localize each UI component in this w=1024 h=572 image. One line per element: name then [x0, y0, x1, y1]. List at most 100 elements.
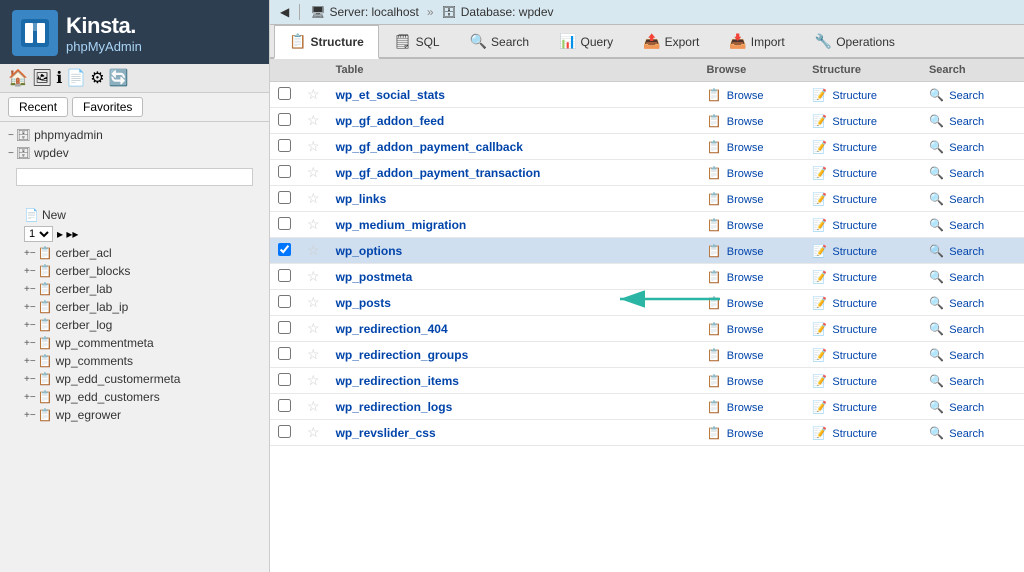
toggle-wp_commentmeta[interactable]: +− — [24, 338, 36, 349]
structure-link-wp_gf_addon_feed[interactable]: Structure — [832, 116, 877, 128]
star-icon-wp_postmeta[interactable]: ☆ — [307, 268, 320, 284]
toggle-cerber_log[interactable]: +− — [24, 320, 36, 331]
row-checkbox-wp_redirection_404[interactable] — [278, 321, 291, 334]
search-link-wp_postmeta[interactable]: Search — [949, 272, 984, 284]
row-checkbox-wp_redirection_logs[interactable] — [278, 399, 291, 412]
sidebar-item-wp_commentmeta[interactable]: +− 📋 wp_commentmeta — [0, 334, 269, 352]
structure-link-wp_options[interactable]: Structure — [832, 246, 877, 258]
sidebar-item-new[interactable]: 📄 New — [0, 206, 269, 224]
page-select[interactable]: 1 — [24, 226, 53, 242]
sidebar-item-wp_egrower[interactable]: +− 📋 wp_egrower — [0, 406, 269, 424]
sidebar-item-wp_edd_customermeta[interactable]: +− 📋 wp_edd_customermeta — [0, 370, 269, 388]
search-link-wp_et_social_stats[interactable]: Search — [949, 90, 984, 102]
row-checkbox-wp_links[interactable] — [278, 191, 291, 204]
toggle-wp_edd_customers[interactable]: +− — [24, 392, 36, 403]
sidebar-item-cerber_log[interactable]: +− 📋 cerber_log — [0, 316, 269, 334]
home-icon[interactable]: 🏠 — [8, 68, 28, 88]
search-link-wp_gf_addon_feed[interactable]: Search — [949, 116, 984, 128]
structure-link-wp_links[interactable]: Structure — [832, 194, 877, 206]
toggle-wpdev[interactable]: − — [8, 148, 14, 159]
next-page-btn[interactable]: ▸ ▸▸ — [57, 227, 78, 241]
table-name-wp_posts[interactable]: wp_posts — [328, 290, 639, 316]
star-icon-wp_options[interactable]: ☆ — [307, 242, 320, 258]
tab-import[interactable]: 📥 Import — [714, 25, 799, 57]
info-icon[interactable]: ℹ — [56, 68, 62, 88]
row-checkbox-wp_medium_migration[interactable] — [278, 217, 291, 230]
sidebar-item-cerber_lab[interactable]: +− 📋 cerber_lab — [0, 280, 269, 298]
gear-icon[interactable]: ⚙ — [90, 68, 104, 88]
search-link-wp_options[interactable]: Search — [949, 246, 984, 258]
table-name-wp_redirection_groups[interactable]: wp_redirection_groups — [328, 342, 639, 368]
search-link-wp_medium_migration[interactable]: Search — [949, 220, 984, 232]
sidebar-item-wp_edd_customers[interactable]: +− 📋 wp_edd_customers — [0, 388, 269, 406]
star-icon-wp_redirection_404[interactable]: ☆ — [307, 320, 320, 336]
structure-link-wp_redirection_404[interactable]: Structure — [832, 324, 877, 336]
back-arrow-icon[interactable]: ◀ — [280, 5, 289, 19]
table-name-wp_revslider_css[interactable]: wp_revslider_css — [328, 420, 639, 446]
browse-link-wp_revslider_css[interactable]: Browse — [727, 428, 764, 440]
sidebar-item-cerber_acl[interactable]: +− 📋 cerber_acl — [0, 244, 269, 262]
browse-link-wp_et_social_stats[interactable]: Browse — [727, 90, 764, 102]
star-icon-wp_revslider_css[interactable]: ☆ — [307, 424, 320, 440]
tab-structure[interactable]: 📋 Structure — [274, 25, 379, 59]
star-icon-wp_posts[interactable]: ☆ — [307, 294, 320, 310]
structure-link-wp_redirection_groups[interactable]: Structure — [832, 350, 877, 362]
row-checkbox-wp_gf_addon_feed[interactable] — [278, 113, 291, 126]
toggle-cerber_blocks[interactable]: +− — [24, 266, 36, 277]
table-name-wp_options[interactable]: wp_options — [328, 238, 639, 264]
table-name-wp_redirection_items[interactable]: wp_redirection_items — [328, 368, 639, 394]
toggle-phpmyadmin[interactable]: − — [8, 130, 14, 141]
tab-search[interactable]: 🔍 Search — [455, 25, 544, 57]
star-icon-wp_gf_addon_payment_transaction[interactable]: ☆ — [307, 164, 320, 180]
star-icon-wp_medium_migration[interactable]: ☆ — [307, 216, 320, 232]
structure-link-wp_gf_addon_payment_transaction[interactable]: Structure — [832, 168, 877, 180]
table-name-wp_redirection_logs[interactable]: wp_redirection_logs — [328, 394, 639, 420]
browse-link-wp_redirection_404[interactable]: Browse — [727, 324, 764, 336]
doc-icon[interactable]: 📄 — [66, 68, 86, 88]
search-link-wp_revslider_css[interactable]: Search — [949, 428, 984, 440]
browse-link-wp_postmeta[interactable]: Browse — [727, 272, 764, 284]
tree-filter-input[interactable] — [16, 168, 253, 186]
toggle-cerber_lab[interactable]: +− — [24, 284, 36, 295]
toggle-cerber_acl[interactable]: +− — [24, 248, 36, 259]
star-icon-wp_links[interactable]: ☆ — [307, 190, 320, 206]
tab-sql[interactable]: 🗒 SQL — [379, 25, 455, 57]
tab-export[interactable]: 📤 Export — [628, 25, 714, 57]
table-name-wp_gf_addon_payment_callback[interactable]: wp_gf_addon_payment_callback — [328, 134, 639, 160]
structure-link-wp_redirection_logs[interactable]: Structure — [832, 402, 877, 414]
star-icon-wp_gf_addon_payment_callback[interactable]: ☆ — [307, 138, 320, 154]
structure-link-wp_gf_addon_payment_callback[interactable]: Structure — [832, 142, 877, 154]
sidebar-item-cerber_blocks[interactable]: +− 📋 cerber_blocks — [0, 262, 269, 280]
structure-link-wp_medium_migration[interactable]: Structure — [832, 220, 877, 232]
sidebar-item-wpdev[interactable]: − 🗄 wpdev — [0, 144, 269, 162]
table-name-wp_gf_addon_feed[interactable]: wp_gf_addon_feed — [328, 108, 639, 134]
row-checkbox-wp_posts[interactable] — [278, 295, 291, 308]
table-name-wp_et_social_stats[interactable]: wp_et_social_stats — [328, 82, 639, 108]
toggle-wp_edd_customermeta[interactable]: +− — [24, 374, 36, 385]
structure-link-wp_posts[interactable]: Structure — [832, 298, 877, 310]
table-name-wp_postmeta[interactable]: wp_postmeta — [328, 264, 639, 290]
search-link-wp_redirection_404[interactable]: Search — [949, 324, 984, 336]
row-checkbox-wp_postmeta[interactable] — [278, 269, 291, 282]
toggle-wp_comments[interactable]: +− — [24, 356, 36, 367]
search-link-wp_posts[interactable]: Search — [949, 298, 984, 310]
browse-link-wp_redirection_groups[interactable]: Browse — [727, 350, 764, 362]
search-link-wp_links[interactable]: Search — [949, 194, 984, 206]
refresh-icon[interactable]: 🔄 — [109, 68, 129, 88]
toggle-wp_egrower[interactable]: +− — [24, 410, 36, 421]
search-link-wp_redirection_items[interactable]: Search — [949, 376, 984, 388]
search-link-wp_redirection_logs[interactable]: Search — [949, 402, 984, 414]
browse-link-wp_posts[interactable]: Browse — [727, 298, 764, 310]
star-icon-wp_gf_addon_feed[interactable]: ☆ — [307, 112, 320, 128]
image-icon[interactable]: 🖼 — [32, 68, 52, 88]
row-checkbox-wp_redirection_groups[interactable] — [278, 347, 291, 360]
row-checkbox-wp_options[interactable] — [278, 243, 291, 256]
browse-link-wp_gf_addon_payment_callback[interactable]: Browse — [727, 142, 764, 154]
browse-link-wp_gf_addon_payment_transaction[interactable]: Browse — [727, 168, 764, 180]
row-checkbox-wp_revslider_css[interactable] — [278, 425, 291, 438]
star-icon-wp_redirection_items[interactable]: ☆ — [307, 372, 320, 388]
table-name-wp_medium_migration[interactable]: wp_medium_migration — [328, 212, 639, 238]
favorites-tab[interactable]: Favorites — [72, 97, 143, 117]
star-icon-wp_redirection_groups[interactable]: ☆ — [307, 346, 320, 362]
browse-link-wp_redirection_logs[interactable]: Browse — [727, 402, 764, 414]
